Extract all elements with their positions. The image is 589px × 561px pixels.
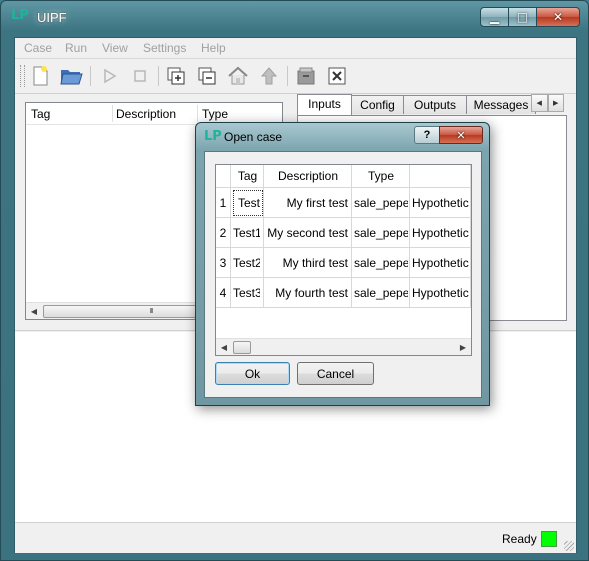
grid-line (216, 247, 471, 248)
toolbar (15, 59, 576, 94)
cell-extra[interactable]: Hypothetic (412, 286, 470, 300)
cell-description[interactable]: My fourth test (265, 286, 348, 300)
size-grip[interactable] (564, 541, 574, 551)
grid-line (216, 277, 471, 278)
cell-tag[interactable]: Test (233, 196, 260, 210)
column-header-description[interactable]: Description (264, 169, 352, 183)
row-number[interactable]: 1 (216, 196, 230, 210)
column-header-type[interactable]: Type (202, 107, 228, 121)
toolbar-separator (90, 66, 91, 86)
cell-type[interactable]: sale_pepe (354, 226, 408, 240)
table-hscrollbar[interactable]: ◀ ▶ (216, 338, 471, 355)
cell-type[interactable]: sale_pepe (354, 196, 408, 210)
grid-line (470, 165, 471, 307)
menu-run[interactable]: Run (65, 41, 87, 55)
dialog-help-button[interactable]: ? (414, 126, 440, 144)
grid-line (263, 165, 264, 307)
cell-tag[interactable]: Test2 (233, 256, 260, 270)
row-number[interactable]: 2 (216, 226, 230, 240)
cell-extra[interactable]: Hypothetic (412, 256, 470, 270)
up-icon[interactable] (257, 64, 281, 88)
new-case-icon[interactable] (28, 64, 52, 88)
tab-config[interactable]: Config (351, 95, 404, 114)
ok-button[interactable]: Ok (215, 362, 290, 385)
cell-extra[interactable]: Hypothetic (412, 196, 470, 210)
cell-description[interactable]: My first test (265, 196, 348, 210)
grid-line (351, 165, 352, 307)
grid-line (216, 217, 471, 218)
tab-scroll-buttons: ◀ ▶ (531, 94, 564, 112)
grid-line (230, 165, 231, 307)
app-logo-icon: LP (11, 8, 29, 23)
dialog-body: Tag Description Type 1 Test My first tes… (204, 151, 482, 398)
tab-inputs[interactable]: Inputs (297, 94, 352, 115)
run-icon[interactable] (97, 64, 121, 88)
tab-messages[interactable]: Messages (466, 95, 536, 114)
cell-extra[interactable]: Hypothetic (412, 226, 470, 240)
close-button[interactable]: ✕ (537, 7, 580, 27)
cell-tag[interactable]: Test3 (233, 286, 260, 300)
tab-outputs[interactable]: Outputs (403, 95, 467, 114)
tab-scroll-right-icon[interactable]: ▶ (547, 94, 564, 112)
cell-description[interactable]: My third test (265, 256, 348, 270)
scroll-left-icon[interactable]: ◀ (216, 339, 232, 355)
window-controls: ▁ □ ✕ (480, 7, 580, 27)
toolbar-grip[interactable] (20, 65, 25, 87)
column-header-description[interactable]: Description (116, 107, 176, 121)
menu-case[interactable]: Case (24, 41, 52, 55)
column-separator (197, 105, 198, 122)
menu-view[interactable]: View (102, 41, 128, 55)
menu-settings[interactable]: Settings (143, 41, 186, 55)
excel-icon[interactable] (325, 64, 349, 88)
column-header-tag[interactable]: Tag (31, 107, 50, 121)
tab-scroll-left-icon[interactable]: ◀ (531, 94, 548, 112)
dialog-close-button[interactable]: ✕ (439, 126, 483, 144)
grid-line (409, 165, 410, 307)
column-separator (112, 105, 113, 122)
status-indicator (541, 531, 557, 547)
scroll-left-icon[interactable]: ◀ (26, 303, 42, 319)
open-case-dialog: LP Open case ? ✕ Tag Description Type 1 … (195, 122, 490, 406)
archive-icon[interactable] (294, 64, 318, 88)
menu-bar: Case Run View Settings Help (15, 38, 576, 59)
toolbar-separator (158, 66, 159, 86)
home-icon[interactable] (226, 64, 250, 88)
stop-icon[interactable] (128, 64, 152, 88)
dialog-title: Open case (224, 130, 283, 144)
toolbar-separator (287, 66, 288, 86)
row-number[interactable]: 4 (216, 286, 230, 300)
column-header-tag[interactable]: Tag (231, 169, 264, 183)
table-header: Tag Description Type (216, 165, 471, 188)
column-header-type[interactable]: Type (352, 169, 410, 183)
scroll-thumb[interactable] (233, 341, 251, 354)
add-icon[interactable] (164, 64, 188, 88)
title-bar: LP UIPF ▁ □ ✕ (1, 1, 588, 33)
dialog-logo-icon: LP (204, 129, 222, 144)
row-number[interactable]: 3 (216, 256, 230, 270)
menu-help[interactable]: Help (201, 41, 226, 55)
window-title: UIPF (37, 10, 67, 25)
cell-type[interactable]: sale_pepe (354, 256, 408, 270)
open-case-icon[interactable] (59, 64, 83, 88)
scroll-right-icon[interactable]: ▶ (455, 339, 471, 355)
remove-icon[interactable] (195, 64, 219, 88)
status-bar: Ready (15, 522, 576, 553)
cell-type[interactable]: sale_pepe (354, 286, 408, 300)
minimize-button[interactable]: ▁ (480, 7, 509, 27)
grid-line (216, 307, 471, 308)
cell-tag[interactable]: Test1 (233, 226, 260, 240)
cases-table[interactable]: Tag Description Type 1 Test My first tes… (215, 164, 472, 356)
cell-description[interactable]: My second test (265, 226, 348, 240)
maximize-button[interactable]: □ (509, 7, 537, 27)
status-text: Ready (502, 532, 537, 546)
cancel-button[interactable]: Cancel (297, 362, 374, 385)
